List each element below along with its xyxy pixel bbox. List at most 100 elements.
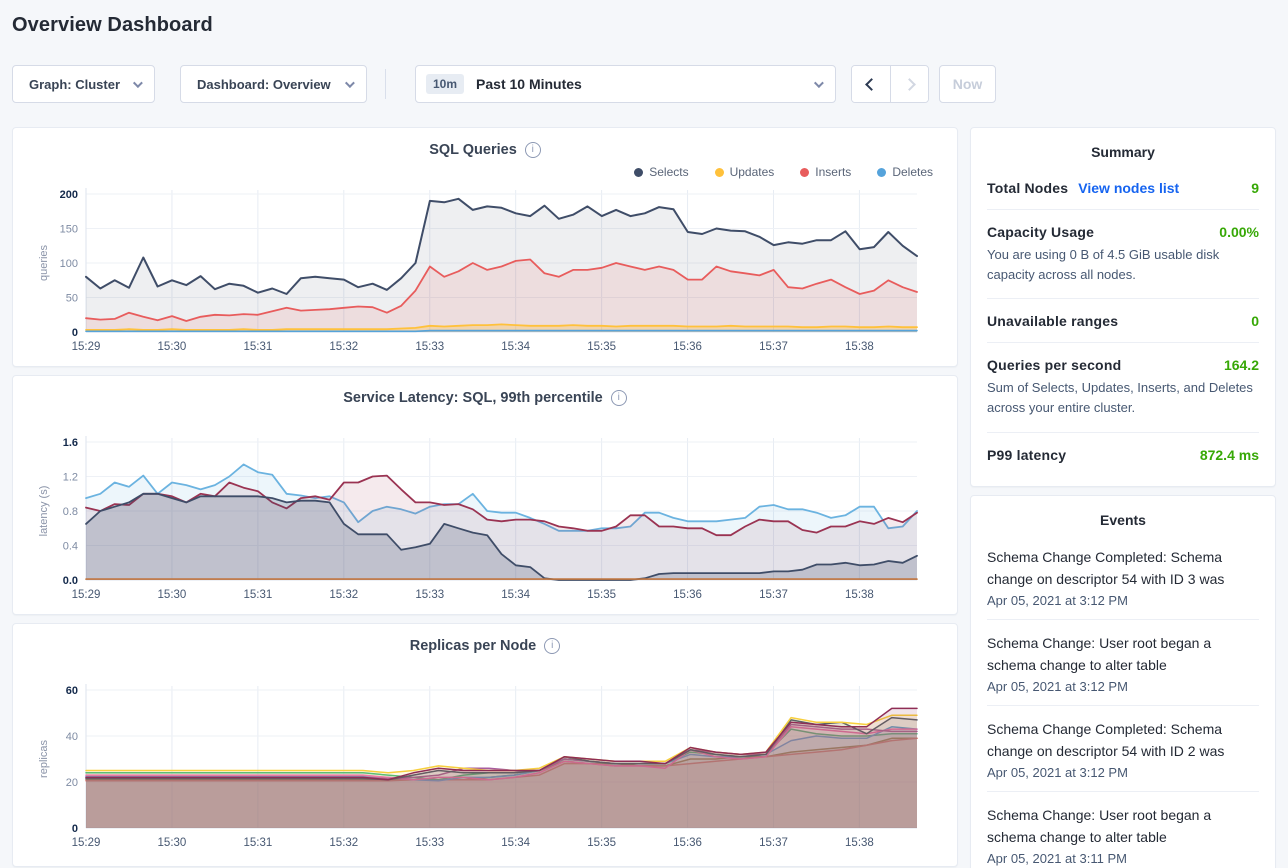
overview-dashboard-page: Overview Dashboard Graph: Cluster Dashbo…: [0, 0, 1288, 868]
legend-dot: [634, 168, 643, 177]
svg-text:15:35: 15:35: [587, 837, 616, 849]
summary-row-capacity-usage: Capacity Usage 0.00% You are using 0 B o…: [987, 210, 1259, 299]
svg-text:15:29: 15:29: [72, 589, 101, 601]
svg-text:15:31: 15:31: [243, 341, 272, 353]
svg-text:15:30: 15:30: [158, 837, 187, 849]
chart-header: Service Latency: SQL, 99th percentile i: [33, 388, 937, 408]
chart-title: Service Latency: SQL, 99th percentile: [343, 390, 603, 406]
svg-text:0.0: 0.0: [63, 575, 78, 587]
svg-text:15:34: 15:34: [501, 341, 530, 353]
info-icon[interactable]: i: [525, 142, 541, 158]
svg-text:15:38: 15:38: [845, 341, 874, 353]
chevron-right-icon: [903, 78, 916, 91]
charts-column: SQL Queries i Selects Updates Inserts Delet…: [12, 127, 958, 867]
legend-label: Updates: [730, 165, 775, 179]
info-icon[interactable]: i: [544, 638, 560, 654]
summary-value: 9: [1251, 180, 1259, 196]
event-list-item: Schema Change: User root began a schema …: [987, 792, 1259, 868]
legend-dot: [800, 168, 809, 177]
chart-title: Replicas per Node: [410, 638, 537, 654]
events-title: Events: [987, 512, 1259, 534]
svg-text:15:37: 15:37: [759, 589, 788, 601]
dashboard-dropdown[interactable]: Dashboard: Overview: [180, 65, 367, 103]
event-message: Schema Change: User root began a schema …: [987, 632, 1259, 676]
summary-subtext: Sum of Selects, Updates, Inserts, and De…: [987, 378, 1259, 418]
graph-dropdown[interactable]: Graph: Cluster: [12, 65, 155, 103]
svg-text:15:31: 15:31: [243, 837, 272, 849]
event-timestamp: Apr 05, 2021 at 3:11 PM: [987, 851, 1259, 866]
svg-text:200: 200: [60, 189, 78, 201]
event-timestamp: Apr 05, 2021 at 3:12 PM: [987, 765, 1259, 780]
svg-text:queries: queries: [38, 244, 50, 281]
svg-text:0: 0: [72, 327, 78, 339]
summary-value: 0.00%: [1219, 224, 1259, 240]
chart-header: Replicas per Node i: [33, 636, 937, 656]
svg-text:latency (s): latency (s): [38, 486, 50, 537]
chart-title: SQL Queries: [429, 142, 517, 158]
summary-row-total-nodes: Total Nodes View nodes list 9: [987, 166, 1259, 210]
svg-text:15:30: 15:30: [158, 341, 187, 353]
summary-title: Summary: [987, 144, 1259, 166]
sql-queries-chart: 15:2915:3015:3115:3215:3315:3415:3515:36…: [33, 184, 939, 356]
svg-text:0.8: 0.8: [63, 506, 78, 518]
svg-text:40: 40: [66, 731, 78, 743]
summary-subtext: You are using 0 B of 4.5 GiB usable disk…: [987, 245, 1259, 285]
svg-text:60: 60: [66, 685, 78, 697]
svg-text:replicas: replicas: [38, 740, 50, 778]
view-nodes-list-link[interactable]: View nodes list: [1078, 180, 1179, 196]
summary-label: Total Nodes: [987, 180, 1068, 196]
event-message: Schema Change Completed: Schema change o…: [987, 718, 1259, 762]
summary-label: Queries per second: [987, 357, 1121, 373]
svg-text:100: 100: [60, 258, 78, 270]
summary-row-queries-per-second: Queries per second 164.2 Sum of Selects,…: [987, 343, 1259, 432]
svg-text:15:36: 15:36: [673, 341, 702, 353]
event-list-item: Schema Change Completed: Schema change o…: [987, 534, 1259, 620]
sql-queries-chart-card: SQL Queries i Selects Updates Inserts Delet…: [12, 127, 958, 367]
service-latency-chart: 15:2915:3015:3115:3215:3315:3415:3515:36…: [33, 432, 939, 604]
service-latency-chart-card: Service Latency: SQL, 99th percentile i …: [12, 375, 958, 615]
legend-item-selects[interactable]: Selects: [634, 165, 688, 179]
time-back-button[interactable]: [852, 66, 890, 102]
event-timestamp: Apr 05, 2021 at 3:12 PM: [987, 593, 1259, 608]
summary-row-p99-latency: P99 latency 872.4 ms: [987, 433, 1259, 476]
dashboard-dropdown-label: Dashboard: Overview: [197, 77, 331, 92]
time-step-buttons: [851, 65, 929, 103]
svg-text:15:33: 15:33: [415, 589, 444, 601]
svg-text:150: 150: [60, 224, 78, 236]
svg-text:15:29: 15:29: [72, 341, 101, 353]
summary-label: Unavailable ranges: [987, 313, 1118, 329]
info-icon[interactable]: i: [611, 390, 627, 406]
event-timestamp: Apr 05, 2021 at 3:12 PM: [987, 679, 1259, 694]
event-message: Schema Change: User root began a schema …: [987, 804, 1259, 848]
svg-text:1.2: 1.2: [63, 472, 78, 484]
svg-text:15:32: 15:32: [329, 341, 358, 353]
event-message: Schema Change Completed: Schema change o…: [987, 546, 1259, 590]
svg-text:15:32: 15:32: [329, 837, 358, 849]
legend-item-deletes[interactable]: Deletes: [877, 165, 933, 179]
event-list-item: Schema Change: User root began a schema …: [987, 620, 1259, 706]
replicas-per-node-chart-card: Replicas per Node i 15:2915:3015:3115:32…: [12, 623, 958, 867]
legend-dot: [715, 168, 724, 177]
svg-text:15:36: 15:36: [673, 837, 702, 849]
svg-text:1.6: 1.6: [63, 437, 78, 449]
chevron-down-icon: [814, 78, 824, 88]
time-range-label: Past 10 Minutes: [476, 76, 814, 92]
summary-value: 872.4 ms: [1200, 447, 1259, 463]
sidebar-column: Summary Total Nodes View nodes list 9 Ca…: [970, 127, 1276, 868]
time-range-dropdown[interactable]: 10m Past 10 Minutes: [415, 65, 836, 103]
time-range-badge: 10m: [426, 74, 464, 94]
svg-text:20: 20: [66, 777, 78, 789]
legend-label: Selects: [649, 165, 688, 179]
now-button[interactable]: Now: [939, 65, 996, 103]
summary-value: 164.2: [1224, 357, 1259, 373]
svg-text:15:32: 15:32: [329, 589, 358, 601]
legend-item-inserts[interactable]: Inserts: [800, 165, 851, 179]
time-forward-button[interactable]: [890, 66, 928, 102]
chevron-left-icon: [865, 78, 878, 91]
svg-text:15:35: 15:35: [587, 341, 616, 353]
graph-dropdown-label: Graph: Cluster: [29, 77, 120, 92]
svg-text:15:37: 15:37: [759, 341, 788, 353]
legend-label: Inserts: [815, 165, 851, 179]
legend-item-updates[interactable]: Updates: [715, 165, 775, 179]
chevron-down-icon: [345, 78, 355, 88]
